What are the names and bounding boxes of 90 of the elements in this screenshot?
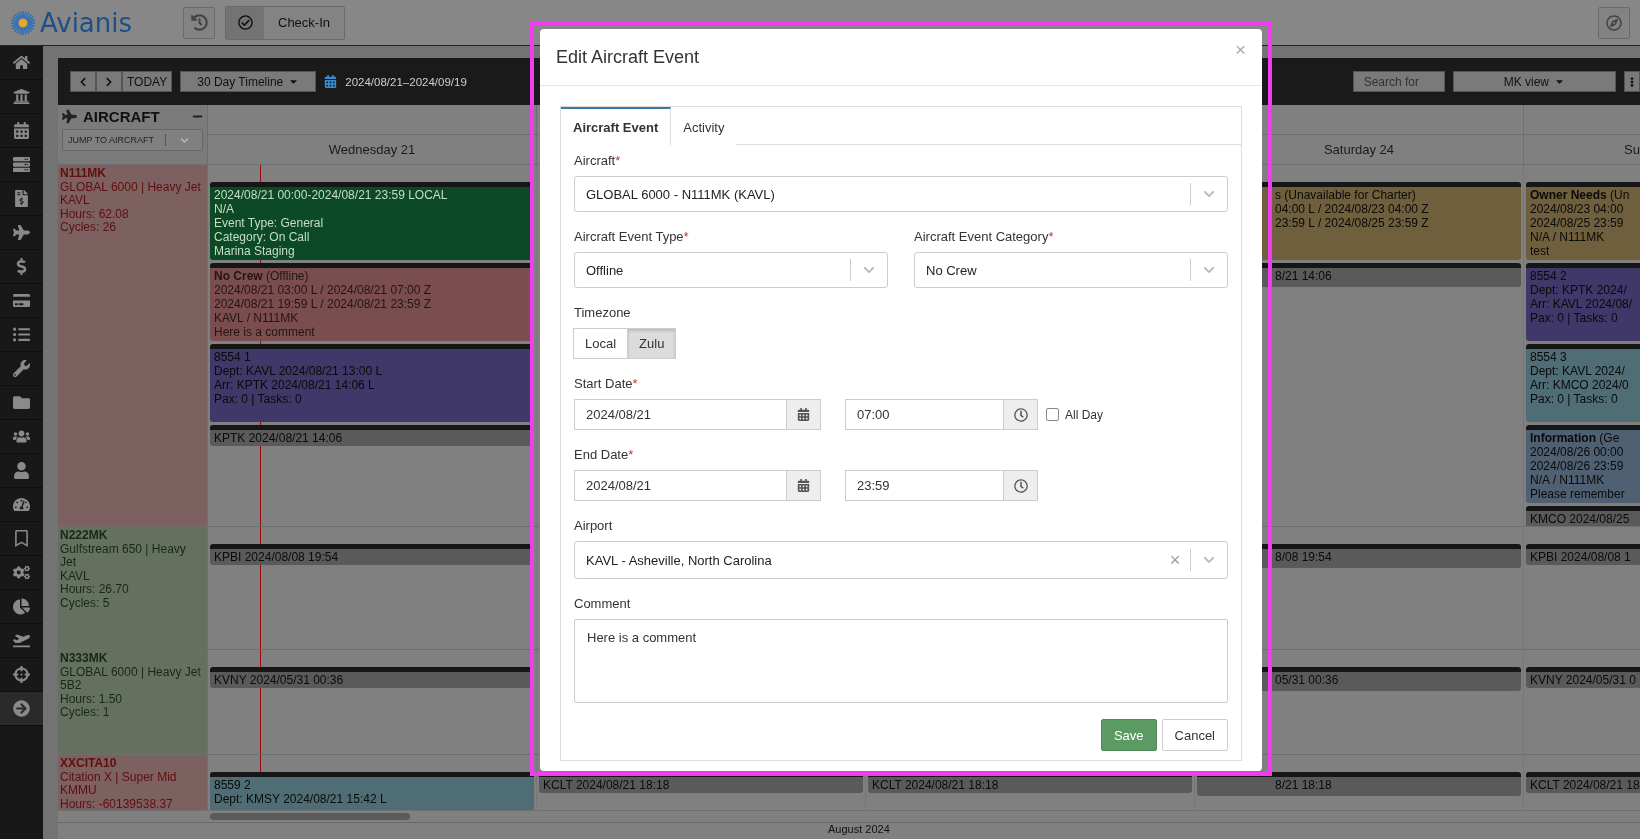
event-text: 8554 1 bbox=[214, 350, 252, 364]
timezone-toggle[interactable]: Zulu bbox=[627, 328, 677, 359]
date-field[interactable]: 2024/08/21 bbox=[574, 470, 821, 501]
event-text: Event Type: General bbox=[214, 216, 325, 230]
aircraft-label: XXCITA10 Citation X | Super Mid KMMU Hours: -60139538.37 bbox=[58, 755, 208, 810]
event-text: 04:00 L / 2024/08/23 04:00 Z bbox=[1275, 202, 1430, 216]
event-text: N/A bbox=[214, 202, 235, 216]
type-select[interactable]: Offline bbox=[574, 252, 888, 288]
logo-text: Avianis bbox=[40, 7, 133, 38]
tab[interactable]: Aircraft Event bbox=[561, 107, 672, 145]
event-text: Dept: KAVL 2024/08/21 13:00 L bbox=[214, 364, 384, 378]
view-dropdown[interactable]: 30 Day Timeline bbox=[180, 71, 317, 92]
event-text: Owner Needs (Un bbox=[1530, 188, 1631, 202]
date-field[interactable]: 2024/08/21 bbox=[574, 399, 821, 430]
event-text: N/A / N111MK bbox=[1530, 230, 1606, 244]
jump-select[interactable]: JUMP TO AIRCRAFT bbox=[62, 129, 203, 151]
aircraft-select[interactable]: GLOBAL 6000 - N111MK (KAVL) bbox=[574, 176, 1228, 212]
event-text: KPBI 2024/08/08 1 bbox=[1530, 550, 1632, 564]
cancel-button[interactable]: Cancel bbox=[1161, 719, 1228, 751]
checkbox-label: All Day bbox=[1065, 407, 1103, 422]
check-in-button[interactable]: Check-In bbox=[264, 6, 345, 39]
modal-title: Edit Aircraft Event bbox=[556, 46, 701, 68]
field-label: End Date* bbox=[574, 446, 635, 463]
saved-view-dropdown[interactable]: MK view bbox=[1452, 71, 1616, 92]
event-text: Marina Staging bbox=[214, 244, 296, 258]
event-text: Arr: KAVL 2024/08/ bbox=[1530, 297, 1634, 311]
event-text: 8559 2 bbox=[214, 778, 252, 792]
search-field[interactable]: Search for bbox=[1352, 71, 1445, 92]
event-text: No Crew (Offline) bbox=[214, 269, 310, 283]
aircraft-label: N333MK GLOBAL 6000 | Heavy Jet 5B2 Hours: 1.50 Cycles: 1 bbox=[58, 650, 208, 754]
event-text: KMCO 2024/08/25 bbox=[1530, 512, 1631, 526]
event-text: N/A / N111MK bbox=[1530, 473, 1606, 487]
today-button[interactable]: TODAY bbox=[122, 71, 173, 92]
field-label: Airport bbox=[574, 517, 614, 534]
day-label: Su bbox=[1624, 142, 1640, 157]
event-text: 8/21 18:18 bbox=[1275, 778, 1333, 792]
day-label: Saturday 24 bbox=[1323, 142, 1395, 157]
aircraft-label: N222MK Gulfstream 650 | Heavy Jet KAVL Hours: 26.70 Cycles: 5 bbox=[58, 527, 208, 649]
date-range: 2024/08/21–2024/09/19 bbox=[345, 75, 467, 88]
event-text: 2024/08/21 00:00-2024/08/21 23:59 LOCAL bbox=[214, 188, 449, 202]
event-text: Category: On Call bbox=[214, 230, 311, 244]
airport-select[interactable]: KAVL - Asheville, North Carolina × bbox=[574, 541, 1228, 579]
event-text: KCLT 2024/08/21 18 bbox=[1530, 778, 1640, 792]
event-text: Information (Ge bbox=[1530, 431, 1621, 445]
event-text: 8/08 19:54 bbox=[1275, 550, 1333, 564]
event-text: KVNY 2024/05/31 0 bbox=[1530, 673, 1637, 687]
day-label: Wednesday 21 bbox=[328, 142, 416, 157]
event-text: Dept: KAVL 2024/ bbox=[1530, 364, 1626, 378]
month-label: August 2024 bbox=[828, 823, 890, 837]
event-text: Pax: 0 | Tasks: 0 bbox=[214, 392, 303, 406]
event-text: 23:59 L / 2024/08/25 23:59 Z bbox=[1275, 216, 1430, 230]
field-label: Aircraft Event Type* bbox=[574, 228, 690, 245]
timezone-toggle[interactable]: Local bbox=[573, 328, 629, 359]
time-field[interactable]: 07:00 bbox=[845, 399, 1038, 430]
event-text: 2024/08/26 00:00 bbox=[1530, 445, 1625, 459]
event-text: KPTK 2024/08/21 14:06 bbox=[214, 431, 344, 445]
event-text: Dept: KMSY 2024/08/21 15:42 L bbox=[214, 792, 388, 806]
event-text: Please remember bbox=[1530, 487, 1626, 501]
event-text: s (Unavailable for Charter) bbox=[1275, 188, 1417, 202]
field-label: Aircraft* bbox=[574, 152, 622, 169]
field-label: Aircraft Event Category* bbox=[914, 228, 1055, 245]
field-label: Timezone bbox=[574, 304, 632, 321]
event-text: 8/21 14:06 bbox=[1275, 269, 1333, 283]
event-text: Here is a comment bbox=[214, 325, 316, 339]
event-text: Arr: KMCO 2024/0 bbox=[1530, 378, 1630, 392]
category-select[interactable]: No Crew bbox=[914, 252, 1228, 288]
event-text: 05/31 00:36 bbox=[1275, 673, 1340, 687]
event-text: KCLT 2024/08/21 18:18 bbox=[872, 778, 1000, 792]
field-label: Comment bbox=[574, 595, 632, 612]
event-text: 8554 2 bbox=[1530, 269, 1568, 283]
event-text: KVNY 2024/05/31 00:36 bbox=[214, 673, 345, 687]
event-text: 2024/08/21 19:59 L / 2024/08/21 23:59 Z bbox=[214, 297, 433, 311]
event-text: 8554 3 bbox=[1530, 350, 1568, 364]
event-text: Pax: 0 | Tasks: 0 bbox=[1530, 392, 1619, 406]
event-text: Arr: KPTK 2024/08/21 14:06 L bbox=[214, 378, 376, 392]
event-text: 2024/08/25 23:59 bbox=[1530, 216, 1625, 230]
event-text: KCLT 2024/08/21 18:18 bbox=[543, 778, 671, 792]
field-label: Start Date* bbox=[574, 375, 639, 392]
event-text: 2024/08/21 03:00 L / 2024/08/21 07:00 Z bbox=[214, 283, 433, 297]
time-field[interactable]: 23:59 bbox=[845, 470, 1038, 501]
aircraft-label: N111MK GLOBAL 6000 | Heavy Jet KAVL Hours: 62.08 Cycles: 26 bbox=[58, 165, 208, 526]
event-text: Pax: 0 | Tasks: 0 bbox=[1530, 311, 1619, 325]
event-text: KPBI 2024/08/08 19:54 bbox=[214, 550, 340, 564]
event-text: KAVL / N111MK bbox=[214, 311, 300, 325]
event-text: 2024/08/23 04:00 bbox=[1530, 202, 1625, 216]
event-text: test bbox=[1530, 244, 1551, 258]
event-text: Dept: KPTK 2024/ bbox=[1530, 283, 1628, 297]
event-text: 2024/08/26 23:59 bbox=[1530, 459, 1625, 473]
comment-field[interactable]: Here is a comment bbox=[574, 619, 1228, 703]
panel-title: AIRCRAFT bbox=[83, 108, 161, 125]
